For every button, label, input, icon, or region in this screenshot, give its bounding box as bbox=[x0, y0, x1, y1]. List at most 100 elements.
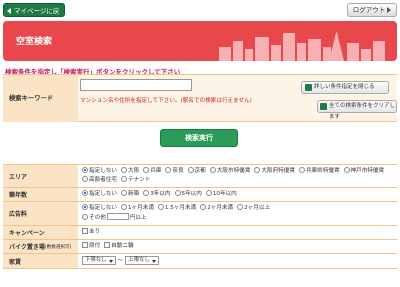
condition-options: 指定しない 新築 3年以内 5年以内 10年以内 bbox=[78, 188, 397, 201]
rent-max-select[interactable]: 上限なし bbox=[125, 256, 159, 265]
condition-options: あり bbox=[78, 226, 397, 239]
radio-button[interactable] bbox=[209, 167, 216, 173]
logout-button[interactable]: ログアウト bbox=[347, 3, 397, 17]
radio-option[interactable]: 高齢者住宅 bbox=[82, 176, 117, 185]
checkbox-option[interactable]: 自動二輪 bbox=[104, 242, 134, 251]
radio-option[interactable]: 兵庫 bbox=[143, 167, 161, 176]
radio-button[interactable] bbox=[120, 190, 127, 196]
radio-option[interactable]: 大阪市特優賃 bbox=[209, 167, 250, 176]
option-label: 原付 bbox=[89, 243, 101, 249]
option-label: その他 bbox=[89, 215, 106, 221]
radio-option[interactable]: 3年以内 bbox=[143, 190, 171, 199]
radio-button[interactable] bbox=[82, 167, 88, 173]
checkbox-option[interactable]: 原付 bbox=[82, 242, 100, 251]
radio-button[interactable] bbox=[298, 167, 305, 173]
clear-all-conditions-button[interactable]: 全ての検索条件をクリアします bbox=[317, 100, 397, 120]
radio-option[interactable]: 奈良 bbox=[165, 167, 184, 176]
option-label: 2ヶ月未満 bbox=[207, 205, 234, 211]
logout-label: ログアウト bbox=[352, 6, 386, 14]
radio-option[interactable]: 指定しない bbox=[82, 204, 117, 213]
radio-option[interactable]: 新築 bbox=[120, 190, 140, 199]
radio-button[interactable] bbox=[143, 167, 150, 173]
radio-button[interactable] bbox=[82, 204, 88, 210]
radio-option[interactable]: 2ヶ月以上 bbox=[237, 204, 270, 213]
option-label: 5年以内 bbox=[181, 191, 202, 197]
radio-button[interactable] bbox=[237, 204, 244, 210]
checkbox[interactable] bbox=[82, 242, 88, 248]
radio-button[interactable] bbox=[157, 204, 164, 210]
option-label: あり bbox=[89, 229, 101, 235]
condition-label-text: 家賃 bbox=[9, 258, 22, 266]
execute-search-button[interactable]: 検索実行 bbox=[160, 129, 238, 147]
option-label: 神戸市特優賃 bbox=[350, 168, 385, 174]
radio-button[interactable] bbox=[174, 190, 181, 196]
collapse-icon bbox=[305, 84, 312, 91]
radio-button[interactable] bbox=[82, 214, 88, 220]
radio-button[interactable] bbox=[187, 167, 194, 173]
radio-option[interactable]: 大阪 bbox=[120, 167, 140, 176]
page-title: 空室検索 bbox=[16, 37, 53, 47]
radio-button[interactable] bbox=[82, 176, 88, 182]
radio-button[interactable] bbox=[143, 190, 150, 196]
option-suffix: 円以上 bbox=[129, 215, 147, 221]
condition-label: 家賃 bbox=[3, 254, 78, 268]
radio-option[interactable]: 神戸市特優賃 bbox=[343, 167, 385, 176]
checkbox[interactable] bbox=[82, 228, 88, 234]
option-label: 新築 bbox=[127, 191, 140, 197]
radio-option-other[interactable]: その他 円以上 bbox=[82, 213, 147, 223]
condition-label-text: 築年数 bbox=[9, 192, 28, 199]
radio-button[interactable] bbox=[120, 204, 127, 210]
radio-option[interactable]: 大阪府特優賃 bbox=[254, 167, 295, 176]
option-label: 高齢者住宅 bbox=[89, 177, 117, 183]
radio-button[interactable] bbox=[165, 167, 172, 173]
search-conditions-table: エリア 指定しない 大阪 兵庫 奈良 京都 大阪市特優賃 大阪府特優賃 兵庫県特優賃 神戸市特優賃… bbox=[3, 164, 397, 269]
radio-button[interactable] bbox=[120, 167, 127, 173]
top-bar: マイページに戻る ログアウト bbox=[0, 0, 400, 29]
keyword-input[interactable] bbox=[80, 79, 192, 91]
radio-option[interactable]: 5年以内 bbox=[174, 190, 202, 199]
close-conditions-label: 詳しい条件指定を閉じる bbox=[314, 84, 375, 90]
radio-option[interactable]: 兵庫県特優賃 bbox=[298, 167, 340, 176]
radio-button[interactable] bbox=[205, 190, 212, 196]
option-label: 大阪 bbox=[127, 168, 140, 174]
radio-option[interactable]: 1.5ヶ月未満 bbox=[157, 204, 197, 213]
option-label: 指定しない bbox=[89, 168, 117, 174]
condition-label-text: キャンペーン bbox=[9, 230, 45, 237]
option-label: 大阪府特優賃 bbox=[261, 168, 295, 174]
clear-icon bbox=[320, 103, 327, 110]
radio-button[interactable] bbox=[120, 176, 127, 182]
option-label: 1.5ヶ月未満 bbox=[164, 205, 197, 211]
checkbox-option[interactable]: あり bbox=[82, 228, 100, 237]
radio-button[interactable] bbox=[82, 190, 88, 196]
arrow-right-icon bbox=[387, 7, 392, 13]
radio-button[interactable] bbox=[200, 204, 207, 210]
condition-options: 指定しない 1ヶ月未満 1.5ヶ月未満 2ヶ月未満 2ヶ月以上その他 円以上 bbox=[78, 202, 397, 225]
arrow-left-icon bbox=[7, 8, 11, 14]
rent-min-select[interactable]: 下限なし bbox=[82, 256, 116, 265]
ad-fee-amount-input[interactable] bbox=[106, 213, 129, 220]
radio-button[interactable] bbox=[254, 167, 261, 173]
condition-row: バイク置き場 (敷数選択可) 原付 自動二輪 bbox=[3, 240, 397, 254]
radio-button[interactable] bbox=[343, 167, 350, 173]
keyword-row: 検索キーワード マンション名や住所を指定して下さい。(駅名での検索は行えません)… bbox=[3, 74, 397, 122]
radio-option[interactable]: 京都 bbox=[187, 167, 206, 176]
search-banner: 空室検索 bbox=[3, 21, 397, 61]
back-to-mypage-button[interactable]: マイページに戻る bbox=[3, 3, 65, 29]
radio-option[interactable]: 1ヶ月未満 bbox=[120, 204, 154, 213]
radio-option[interactable]: 10年以内 bbox=[205, 190, 237, 199]
close-detailed-conditions-button[interactable]: 詳しい条件指定を閉じる bbox=[301, 81, 389, 94]
option-label: 京都 bbox=[194, 168, 206, 174]
radio-option[interactable]: テナント bbox=[120, 176, 151, 185]
radio-option[interactable]: 2ヶ月未満 bbox=[200, 204, 233, 213]
radio-option[interactable]: 指定しない bbox=[82, 167, 117, 176]
option-label: 指定しない bbox=[89, 205, 117, 211]
checkbox[interactable] bbox=[104, 242, 111, 248]
radio-option[interactable]: 指定しない bbox=[82, 190, 117, 199]
condition-row: キャンペーン あり bbox=[3, 226, 397, 240]
option-label: 兵庫県特優賃 bbox=[305, 168, 340, 174]
condition-options: 指定しない 大阪 兵庫 奈良 京都 大阪市特優賃 大阪府特優賃 兵庫県特優賃 神戸市特優賃高齢者… bbox=[78, 165, 397, 187]
city-skyline-icon bbox=[219, 31, 385, 61]
option-label: テナント bbox=[127, 177, 151, 183]
keyword-label: 検索キーワード bbox=[3, 75, 78, 122]
option-label: 10年以内 bbox=[212, 191, 237, 197]
